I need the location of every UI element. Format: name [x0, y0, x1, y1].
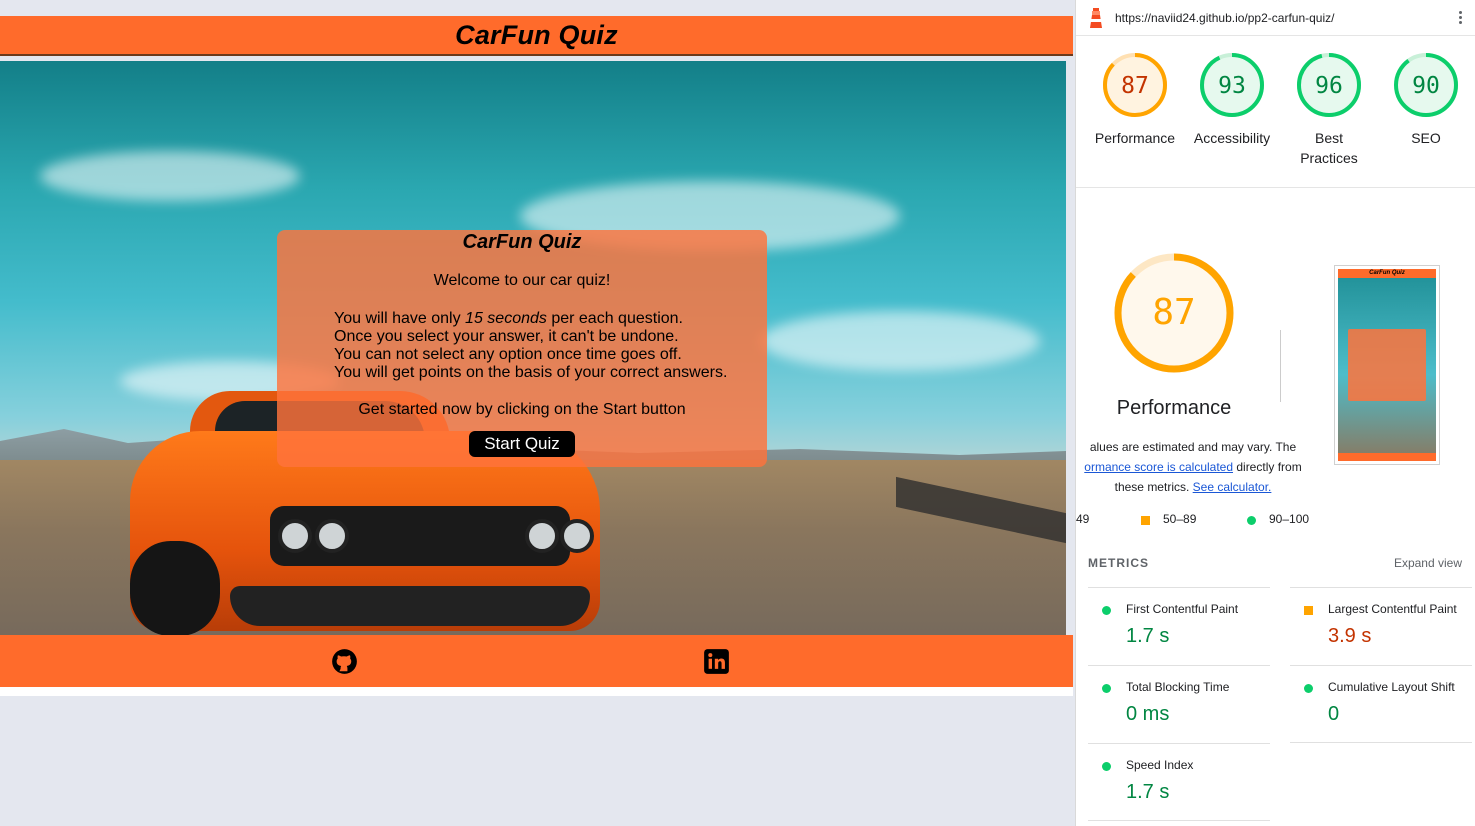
metrics-header: METRICS Expand view [1088, 556, 1462, 570]
gauge-label: SEO [1411, 130, 1441, 146]
metric-speed-index: Speed Index 1.7 s [1088, 743, 1270, 821]
divider [1280, 330, 1281, 402]
score-calculated-link[interactable]: ormance score is calculated [1084, 460, 1233, 474]
average-square-icon [1304, 606, 1313, 615]
gauge-label: Performance [1094, 130, 1176, 146]
expand-view-toggle[interactable]: Expand view [1394, 556, 1462, 570]
report-url-bar: https://naviid24.github.io/pp2-carfun-qu… [1076, 0, 1475, 36]
site-header: CarFun Quiz [0, 16, 1073, 56]
svg-text:90: 90 [1412, 73, 1440, 99]
metrics-title: METRICS [1088, 556, 1149, 570]
pass-dot-icon [1102, 684, 1111, 693]
legend-average-range: 50–89 [1163, 512, 1197, 526]
rule-timeout: You can not select any option once time … [334, 346, 682, 363]
get-started-text: Get started now by clicking on the Start… [358, 401, 686, 418]
github-icon[interactable] [331, 648, 358, 675]
site-title: CarFun Quiz [455, 19, 618, 50]
quiz-rules: You will have only 15 seconds per each q… [334, 310, 767, 382]
seo-gauge-icon: 90 [1394, 53, 1458, 117]
svg-text:93: 93 [1218, 73, 1246, 99]
metric-cumulative-layout-shift: Cumulative Layout Shift 0 [1290, 665, 1472, 743]
legend-average-icon [1141, 516, 1150, 525]
svg-text:87: 87 [1121, 73, 1149, 99]
rule-points: You will get points on the basis of your… [334, 364, 728, 381]
legend-pass-range: 90–100 [1269, 512, 1310, 526]
more-options-icon[interactable] [1459, 11, 1463, 26]
performance-big-gauge-icon: 87 [1114, 253, 1234, 373]
quiz-site: CarFun Quiz CarFun Quiz Welcome to our c… [0, 0, 1073, 826]
pass-dot-icon [1102, 762, 1111, 771]
gauge-accessibility[interactable]: 93 Accessibility [1182, 52, 1282, 148]
performance-heading: Performance [1116, 397, 1232, 419]
thumbnail-title: CarFun Quiz [1338, 269, 1436, 278]
accessibility-gauge-icon: 93 [1200, 53, 1264, 117]
gauge-performance[interactable]: 87 Performance [1085, 52, 1185, 148]
svg-text:87: 87 [1152, 292, 1195, 333]
metric-divider [1290, 742, 1472, 743]
start-quiz-button[interactable]: Start Quiz [469, 431, 575, 457]
metric-divider [1088, 820, 1270, 821]
pass-dot-icon [1102, 606, 1111, 615]
metric-total-blocking-time: Total Blocking Time 0 ms [1088, 665, 1270, 743]
score-gauges: 87 Performance 93 Accessibility 96 Best … [1076, 36, 1475, 188]
report-url[interactable]: https://naviid24.github.io/pp2-carfun-qu… [1115, 11, 1334, 25]
performance-gauge-icon: 87 [1103, 53, 1167, 117]
legend-fail-range: 49 [1076, 512, 1090, 526]
gauge-label: Accessibility [1193, 130, 1271, 146]
metric-largest-contentful-paint: Largest Contentful Paint 3.9 s [1290, 587, 1472, 665]
welcome-text: Welcome to our car quiz! [433, 272, 611, 289]
site-footer [0, 635, 1073, 687]
svg-text:96: 96 [1315, 73, 1343, 99]
linkedin-icon[interactable] [703, 648, 730, 675]
see-calculator-link[interactable]: See calculator. [1193, 480, 1272, 494]
rule-undo: Once you select your answer, it can't be… [334, 328, 679, 345]
lighthouse-icon [1090, 7, 1102, 28]
legend-pass-icon [1247, 516, 1256, 525]
best-practices-gauge-icon: 96 [1297, 53, 1361, 117]
lighthouse-report-panel: https://naviid24.github.io/pp2-carfun-qu… [1075, 0, 1475, 826]
modal-title: CarFun Quiz [462, 231, 582, 253]
gauge-label: Best Practices [1300, 130, 1358, 166]
pass-dot-icon [1304, 684, 1313, 693]
quiz-intro-modal: CarFun Quiz Welcome to our car quiz! You… [277, 230, 767, 467]
gauge-best-practices[interactable]: 96 Best Practices [1279, 52, 1379, 168]
gauge-seo[interactable]: 90 SEO [1376, 52, 1475, 148]
page-bottom-strip [0, 687, 1073, 696]
metric-first-contentful-paint: First Contentful Paint 1.7 s [1088, 587, 1270, 665]
performance-note: alues are estimated and may vary. The or… [1084, 440, 1302, 494]
rule-time: You will have only 15 seconds per each q… [334, 310, 683, 327]
final-screenshot-thumbnail[interactable]: CarFun Quiz [1334, 265, 1440, 465]
